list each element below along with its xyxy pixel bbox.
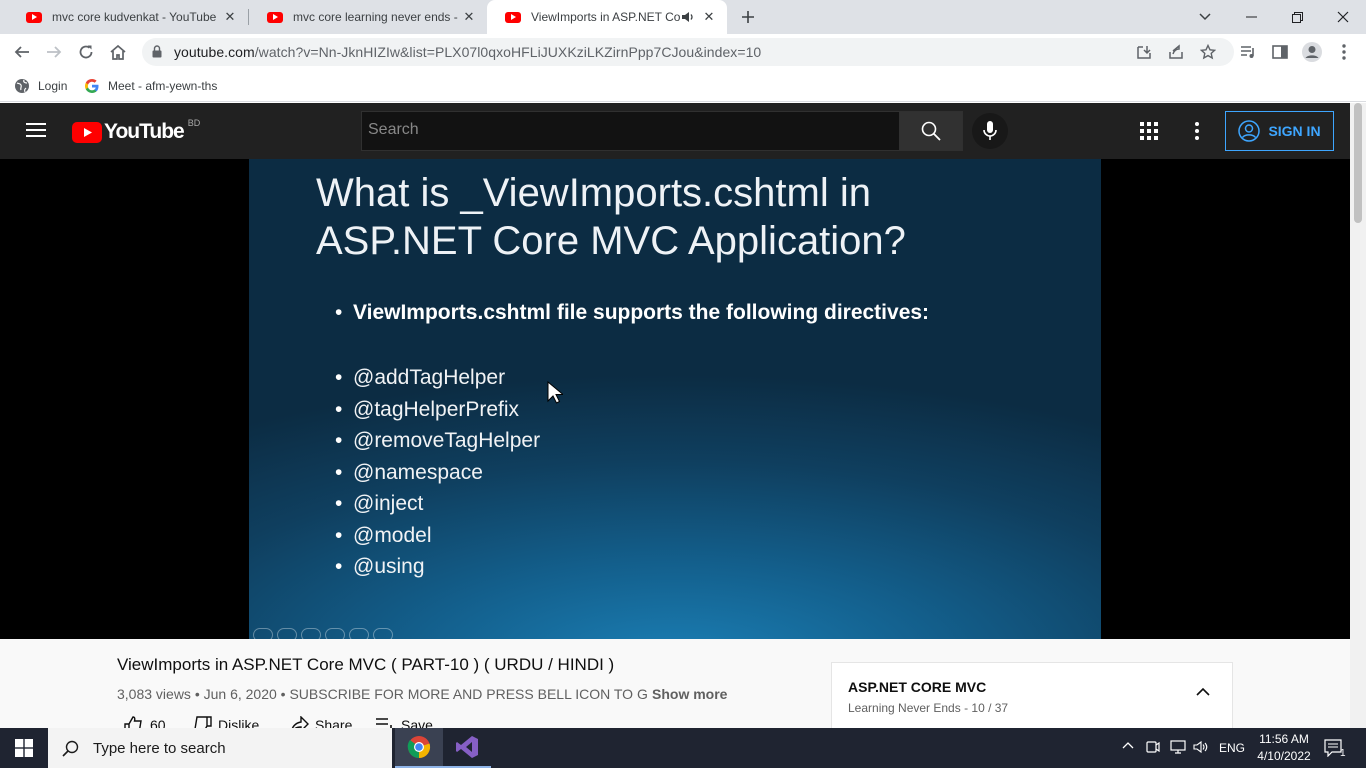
country-code: BD xyxy=(187,118,201,128)
meet-now-icon[interactable] xyxy=(1146,740,1160,754)
slide-bullet: • @removeTagHelper xyxy=(335,429,541,452)
lock-icon[interactable] xyxy=(152,45,162,58)
url-text[interactable]: youtube.com/watch?v=Nn-JknHIZIw&list=PLX… xyxy=(174,44,761,60)
tab-mvc-core-learning[interactable]: mvc core learning never ends - Yo ✕ xyxy=(249,0,487,34)
chrome-icon xyxy=(407,735,431,759)
microphone-icon xyxy=(983,121,997,141)
close-tab-icon[interactable]: ✕ xyxy=(461,9,477,25)
sign-in-button[interactable]: SIGN IN xyxy=(1225,111,1334,151)
video-title: ViewImports in ASP.NET Core MVC ( PART-1… xyxy=(117,655,615,674)
playlist-collapse-chevron-icon[interactable] xyxy=(1196,687,1210,696)
taskbar-search-box[interactable]: Type here to search xyxy=(48,728,392,768)
tab-title: mvc core kudvenkat - YouTube xyxy=(52,10,217,24)
profile-avatar-icon[interactable] xyxy=(1300,40,1324,64)
minimize-window-button[interactable] xyxy=(1228,0,1274,34)
show-more-button[interactable]: Show more xyxy=(652,686,727,702)
bookmarks-bar: Login Meet - afm-yewn-ths xyxy=(0,72,1366,102)
clock-time: 11:56 AM xyxy=(1259,732,1309,746)
bookmark-login[interactable]: Login xyxy=(14,78,67,94)
slide-bullet: • @tagHelperPrefix xyxy=(335,398,520,421)
taskbar-chrome[interactable] xyxy=(395,728,443,768)
start-button[interactable] xyxy=(0,728,48,768)
notification-count: 1 xyxy=(1340,748,1346,759)
voice-search-button[interactable] xyxy=(972,113,1008,149)
youtube-play-logo-icon xyxy=(72,121,102,143)
settings-more-icon[interactable] xyxy=(1195,122,1199,140)
clock-date: 4/10/2022 xyxy=(1257,749,1311,763)
search-input[interactable]: Search xyxy=(361,111,900,151)
account-circle-icon xyxy=(1238,120,1261,142)
search-icon xyxy=(62,740,79,757)
search-placeholder: Search xyxy=(368,121,419,138)
video-frame-slide[interactable]: What is _ViewImports.cshtml in ASP.NET C… xyxy=(249,159,1101,639)
back-arrow-icon[interactable] xyxy=(10,40,34,64)
restore-window-button[interactable] xyxy=(1274,0,1320,34)
show-hidden-icons-chevron-icon[interactable] xyxy=(1122,741,1134,749)
tab-title: ViewImports in ASP.NET Cor xyxy=(531,10,681,24)
search-button[interactable] xyxy=(899,111,963,151)
slide-bullet: • @model xyxy=(335,524,432,547)
install-app-icon[interactable] xyxy=(1132,40,1156,64)
slide-bullet: • @namespace xyxy=(335,461,483,484)
reload-icon[interactable] xyxy=(74,40,98,64)
slide-bullet: • @inject xyxy=(335,492,424,515)
sign-in-label: SIGN IN xyxy=(1268,123,1321,139)
search-icon xyxy=(921,121,941,141)
tab-viewimports-active[interactable]: ViewImports in ASP.NET Cor ✕ xyxy=(487,0,727,34)
apps-grid-icon[interactable] xyxy=(1140,122,1158,140)
taskbar-search-placeholder: Type here to search xyxy=(93,739,226,757)
audio-playing-icon[interactable] xyxy=(681,10,695,24)
slide-lead-text: • ViewImports.cshtml file supports the f… xyxy=(335,301,930,324)
slide-bullet: • @addTagHelper xyxy=(335,366,506,389)
side-panel-icon[interactable] xyxy=(1268,40,1292,64)
bookmark-label: Meet - afm-yewn-ths xyxy=(108,79,218,93)
scrollbar-thumb[interactable] xyxy=(1354,103,1362,223)
volume-icon[interactable] xyxy=(1193,740,1209,754)
taskbar-clock[interactable]: 11:56 AM 4/10/2022 xyxy=(1255,731,1313,765)
new-tab-button[interactable] xyxy=(736,5,760,29)
tab-mvc-core-kudvenkat[interactable]: mvc core kudvenkat - YouTube ✕ xyxy=(8,0,248,34)
taskbar-visual-studio[interactable] xyxy=(443,728,491,768)
close-tab-icon[interactable]: ✕ xyxy=(701,9,717,25)
media-control-icon[interactable] xyxy=(1236,40,1260,64)
globe-icon xyxy=(14,78,30,94)
youtube-favicon-icon xyxy=(267,11,283,23)
windows-logo-icon xyxy=(15,739,33,757)
slide-more-icon xyxy=(373,628,393,639)
share-icon[interactable] xyxy=(1164,40,1188,64)
google-icon xyxy=(84,78,100,94)
input-language[interactable]: ENG xyxy=(1219,741,1245,755)
home-icon[interactable] xyxy=(106,40,130,64)
close-tab-icon[interactable]: ✕ xyxy=(222,9,238,25)
youtube-favicon-icon xyxy=(505,11,521,23)
slide-next-icon xyxy=(277,628,297,639)
youtube-favicon-icon xyxy=(26,11,42,23)
mouse-cursor-icon xyxy=(547,381,563,405)
slide-title: What is _ViewImports.cshtml in ASP.NET C… xyxy=(316,171,906,263)
browser-tab-strip: mvc core kudvenkat - YouTube ✕ mvc core … xyxy=(0,0,1366,34)
playlist-subtitle: Learning Never Ends - 10 / 37 xyxy=(848,701,1009,715)
forward-arrow-icon[interactable] xyxy=(42,40,66,64)
tab-title: mvc core learning never ends - Yo xyxy=(293,10,461,24)
slide-bullet: • @using xyxy=(335,555,425,578)
chrome-menu-icon[interactable] xyxy=(1332,40,1356,64)
bookmark-label: Login xyxy=(38,79,68,93)
tab-search-chevron-icon[interactable] xyxy=(1182,0,1228,34)
slide-prev-icon xyxy=(253,628,273,639)
network-icon[interactable] xyxy=(1170,740,1186,754)
playlist-title[interactable]: ASP.NET CORE MVC xyxy=(848,679,986,695)
bookmark-star-icon[interactable] xyxy=(1196,40,1220,64)
slideshow-controls xyxy=(253,628,393,639)
slide-zoom-icon xyxy=(349,628,369,639)
playlist-panel xyxy=(831,662,1233,732)
guide-menu-icon[interactable] xyxy=(26,122,46,138)
bookmark-meet[interactable]: Meet - afm-yewn-ths xyxy=(84,78,217,94)
slide-pen-icon xyxy=(301,628,321,639)
slide-grid-icon xyxy=(325,628,345,639)
close-window-button[interactable] xyxy=(1320,0,1366,34)
youtube-logo-text: YouTube xyxy=(104,120,185,143)
visual-studio-icon xyxy=(455,735,479,759)
youtube-logo[interactable]: YouTube BD xyxy=(72,118,201,144)
video-meta: 3,083 views • Jun 6, 2020 • SUBSCRIBE FO… xyxy=(117,686,647,702)
